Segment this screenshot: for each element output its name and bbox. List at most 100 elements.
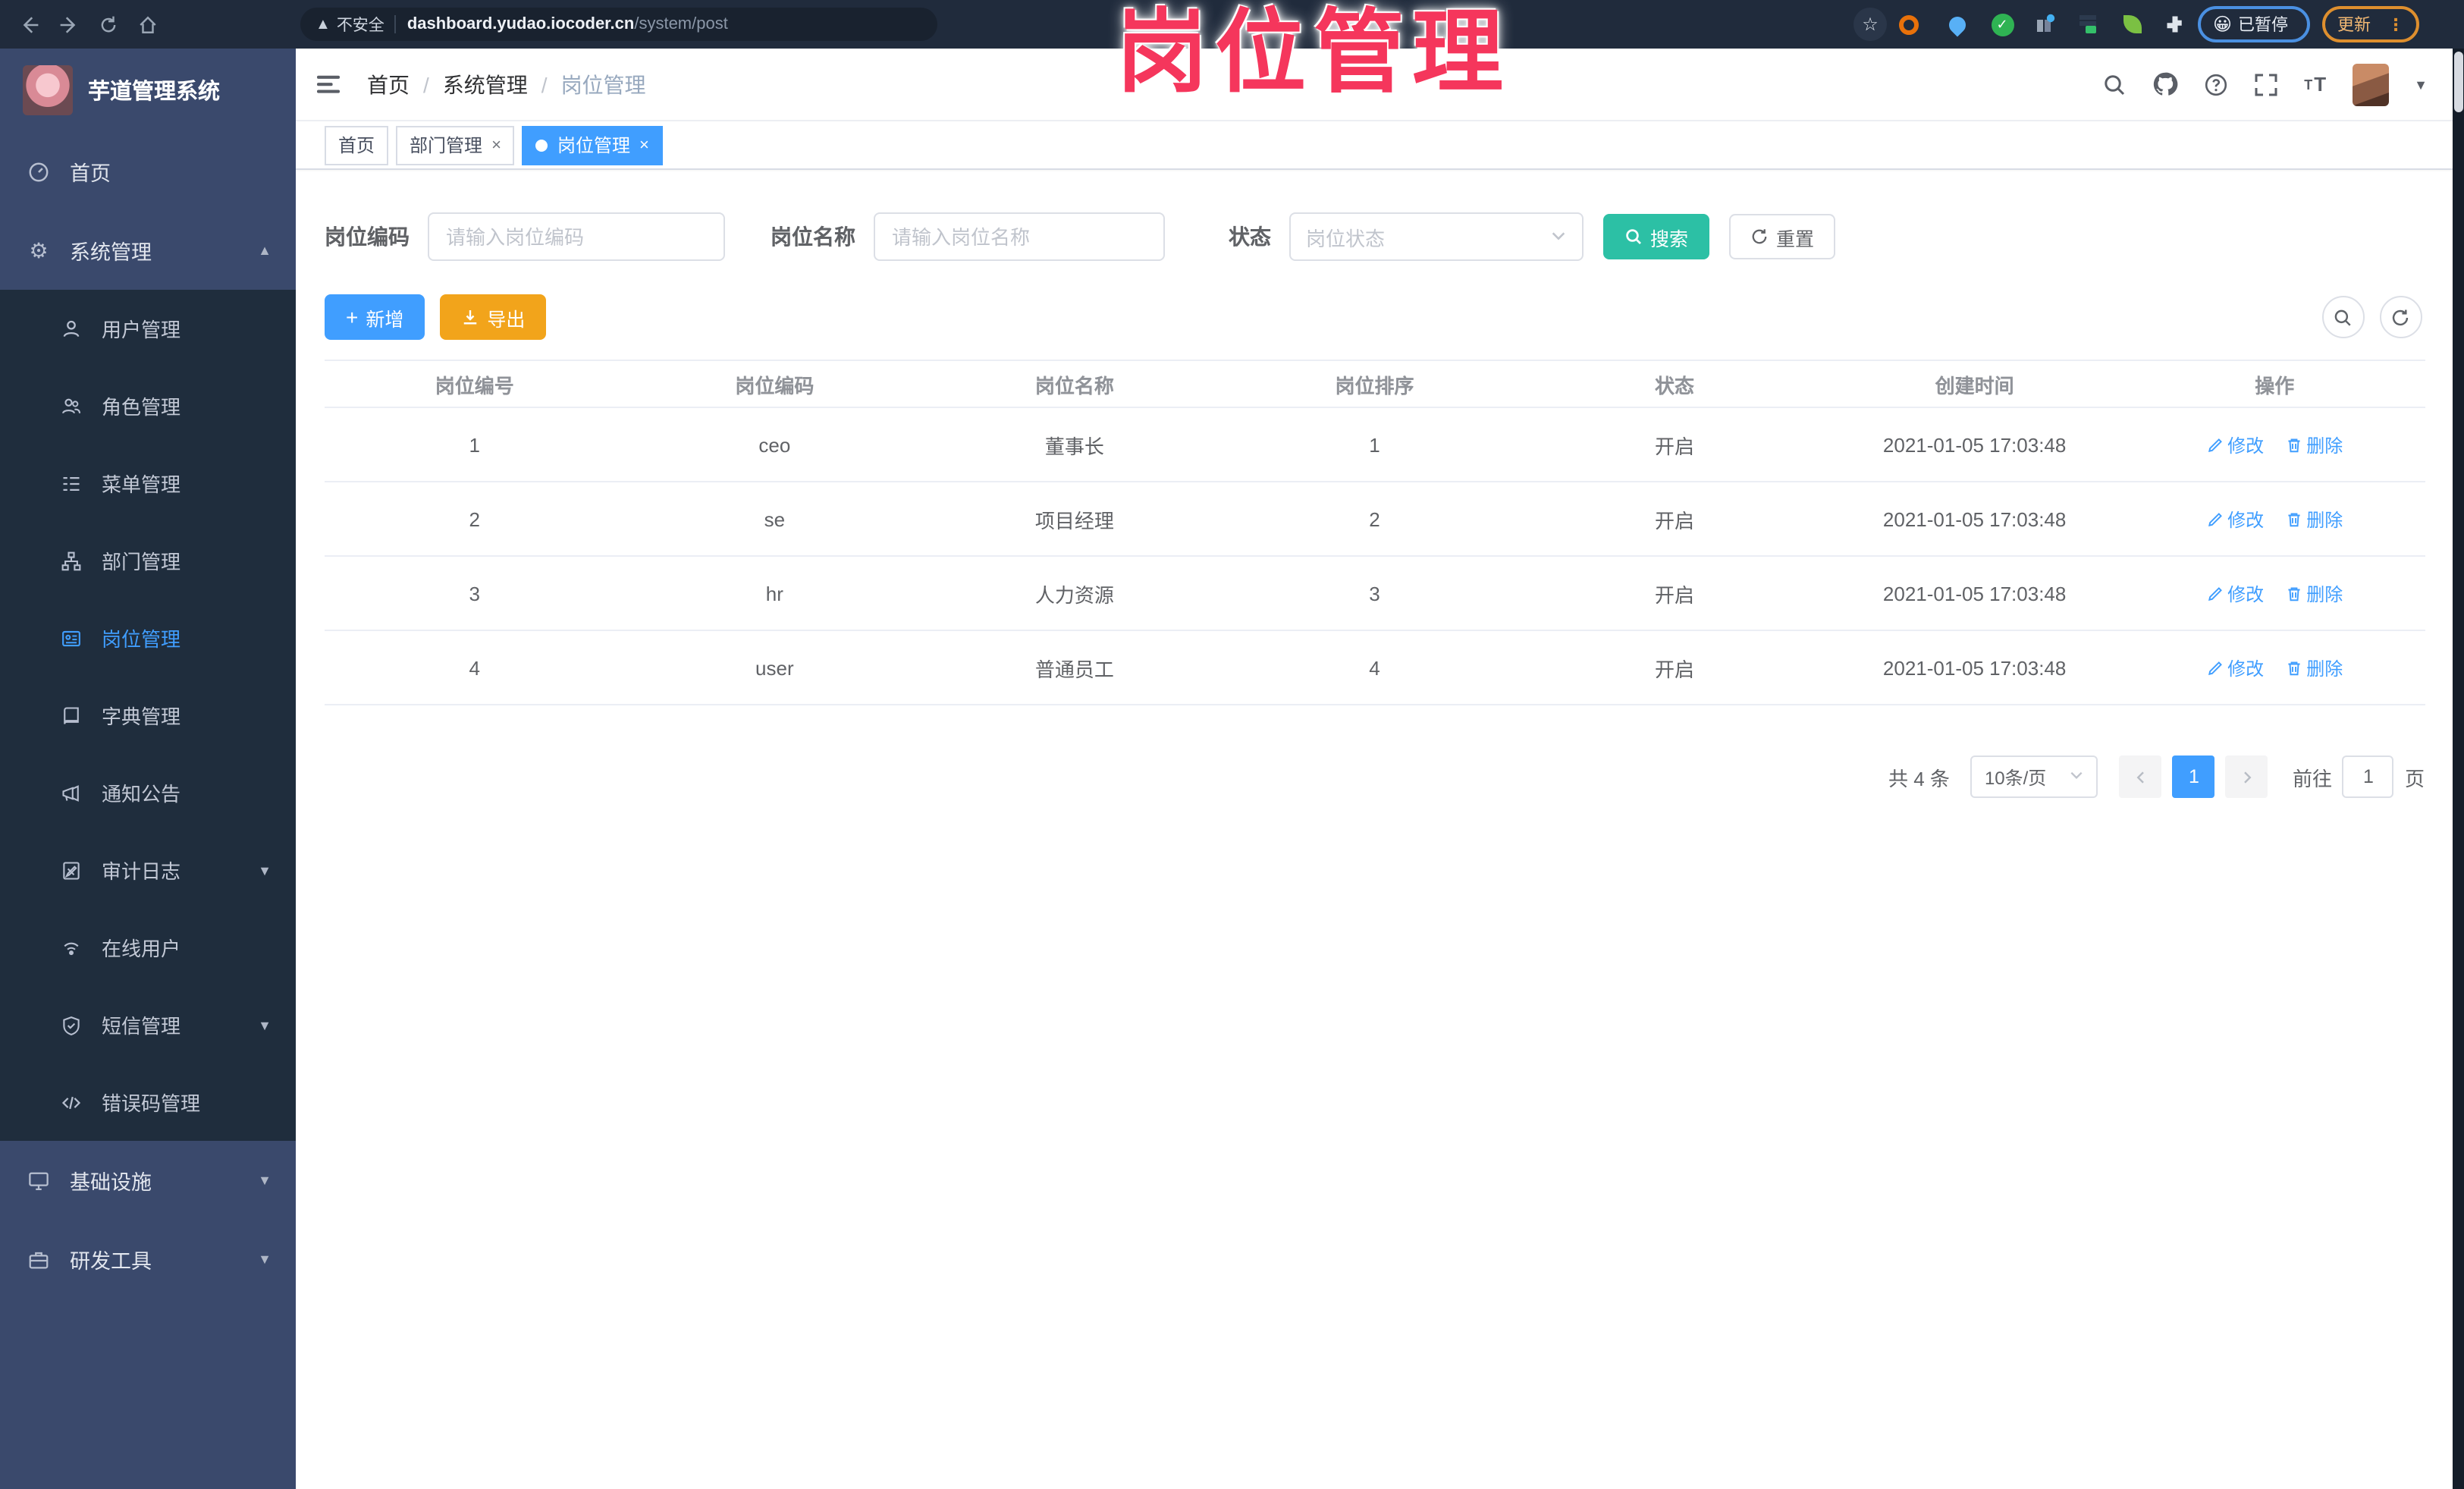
pagination: 共 4 条 10条/页 1 前往 页 [1888, 755, 2425, 798]
page-number-button[interactable]: 1 [2172, 755, 2215, 798]
chevron-down-icon[interactable]: ▼ [2414, 77, 2428, 92]
extension-leaf-icon[interactable] [2119, 11, 2146, 38]
cell-actions: 修改 删除 [2124, 631, 2425, 704]
breadcrumb: 首页 / 系统管理 / 岗位管理 [367, 69, 646, 99]
extension-check-icon[interactable]: ✓ [1988, 11, 2016, 38]
scrollbar-thumb[interactable] [2453, 52, 2462, 112]
user-avatar[interactable] [2352, 63, 2389, 105]
post-name-input[interactable] [874, 212, 1165, 261]
cell-post-id: 4 [469, 656, 480, 679]
sidebar-item-departments[interactable]: 部门管理 [0, 522, 296, 599]
cell-post-code: hr [765, 582, 783, 605]
sidebar-item-home[interactable]: 首页 [0, 132, 296, 211]
browser-profile-chip[interactable]: 😀 已暂停 [2198, 6, 2310, 42]
status-label: 状态 [1229, 225, 1271, 249]
sidebar-item-audit-log[interactable]: 审计日志 ▼ [0, 831, 296, 909]
close-icon[interactable]: × [639, 136, 649, 154]
search-button[interactable]: 搜索 [1603, 214, 1710, 259]
reset-button[interactable]: 重置 [1729, 214, 1836, 259]
help-icon[interactable] [2204, 72, 2228, 96]
sidebar-filler [0, 1299, 296, 1489]
cell-post-name: 项目经理 [1034, 509, 1114, 532]
tab-home[interactable]: 首页 [325, 125, 389, 165]
document-edit-icon [59, 859, 82, 881]
sidebar-item-users[interactable]: 用户管理 [0, 290, 296, 367]
sidebar-item-notices[interactable]: 通知公告 [0, 754, 296, 831]
breadcrumb-system[interactable]: 系统管理 [443, 69, 528, 99]
extension-table-icon[interactable] [2075, 11, 2102, 38]
sidebar-item-infrastructure[interactable]: 基础设施 ▼ [0, 1141, 296, 1220]
delete-button[interactable]: 删除 [2285, 506, 2343, 532]
refresh-icon[interactable] [2379, 296, 2422, 338]
cell-status: 开启 [1655, 583, 1695, 606]
url-host: dashboard.yudao.iocoder.cn [406, 15, 635, 33]
bookmark-star-icon[interactable]: ☆ [1853, 8, 1887, 41]
breadcrumb-home[interactable]: 首页 [367, 69, 410, 99]
browser-menu-icon[interactable]: ⋮ [2387, 14, 2404, 34]
back-icon[interactable] [9, 5, 49, 44]
col-post-id: 岗位编号 [435, 374, 514, 397]
sidebar-item-online-users[interactable]: 在线用户 [0, 909, 296, 986]
sidebar-item-posts[interactable]: 岗位管理 [0, 599, 296, 677]
dashboard-icon [27, 160, 50, 183]
org-tree-icon [59, 549, 82, 572]
forward-icon[interactable] [49, 5, 88, 44]
page-jumper: 前往 页 [2293, 755, 2425, 798]
home-icon[interactable] [127, 5, 167, 44]
wifi-icon [59, 936, 82, 959]
edit-button[interactable]: 修改 [2206, 580, 2264, 606]
font-size-icon[interactable]: TT [2304, 73, 2326, 96]
extension-pin-icon[interactable] [1943, 11, 1970, 38]
delete-button[interactable]: 删除 [2285, 432, 2343, 457]
user-icon [59, 317, 82, 340]
cell-status: 开启 [1655, 658, 1695, 680]
extension-orange-icon[interactable] [1894, 11, 1922, 38]
delete-button[interactable]: 删除 [2285, 655, 2343, 680]
sidebar-item-system[interactable]: ⚙ 系统管理 ▲ [0, 211, 296, 290]
edit-button[interactable]: 修改 [2206, 655, 2264, 680]
next-page-button[interactable] [2225, 755, 2268, 798]
github-icon[interactable] [2152, 71, 2178, 97]
sidebar-item-dictionary[interactable]: 字典管理 [0, 677, 296, 754]
col-created-at: 创建时间 [1935, 374, 2014, 397]
export-button[interactable]: 导出 [440, 294, 547, 340]
chevron-down-icon [2070, 766, 2085, 787]
security-label: 不安全 [336, 16, 385, 34]
browser-update-button[interactable]: 更新 ⋮ [2322, 6, 2419, 42]
status-select[interactable]: 岗位状态 [1289, 212, 1584, 261]
search-icon[interactable] [2102, 72, 2127, 96]
hamburger-icon[interactable] [315, 73, 341, 96]
sidebar-item-sms[interactable]: 短信管理 ▼ [0, 986, 296, 1063]
cell-status: 开启 [1655, 435, 1695, 457]
badge-icon [59, 627, 82, 649]
reload-icon[interactable] [88, 5, 127, 44]
page-size-select[interactable]: 10条/页 [1970, 755, 2098, 798]
fullscreen-icon[interactable] [2254, 72, 2278, 96]
prev-page-button[interactable] [2119, 755, 2162, 798]
sidebar: 芋道管理系统 首页 ⚙ 系统管理 ▲ 用户管理 角色管理 菜单管理 部门管理 岗… [0, 49, 296, 1489]
sidebar-item-error-codes[interactable]: 错误码管理 [0, 1063, 296, 1141]
tab-departments[interactable]: 部门管理 × [396, 125, 515, 165]
sidebar-item-roles[interactable]: 角色管理 [0, 367, 296, 445]
edit-button[interactable]: 修改 [2206, 506, 2264, 532]
post-code-input[interactable] [428, 212, 725, 261]
edit-button[interactable]: 修改 [2206, 432, 2264, 457]
extension-grid-icon[interactable] [2032, 11, 2060, 38]
close-icon[interactable]: × [491, 136, 501, 154]
goto-page-input[interactable] [2342, 755, 2394, 798]
sidebar-item-menus[interactable]: 菜单管理 [0, 445, 296, 522]
toolbox-icon [27, 1248, 50, 1271]
sidebar-item-dev-tools[interactable]: 研发工具 ▼ [0, 1220, 296, 1299]
delete-button[interactable]: 删除 [2285, 580, 2343, 606]
tab-posts[interactable]: 岗位管理 × [522, 125, 663, 165]
active-dot [535, 139, 548, 151]
search-toggle-icon[interactable] [2321, 296, 2364, 338]
app-navbar: 首页 / 系统管理 / 岗位管理 TT ▼ [296, 49, 2452, 121]
cell-post-name: 普通员工 [1034, 658, 1114, 680]
app-logo[interactable]: 芋道管理系统 [0, 49, 296, 132]
extensions-puzzle-icon[interactable] [2161, 11, 2189, 38]
cell-post-sort: 1 [1369, 433, 1380, 456]
tags-view-bar: 首页 部门管理 × 岗位管理 × [296, 121, 2452, 170]
address-bar[interactable]: ▲ 不安全 dashboard.yudao.iocoder.cn/system/… [300, 8, 937, 41]
add-button[interactable]: + 新增 [325, 294, 425, 340]
